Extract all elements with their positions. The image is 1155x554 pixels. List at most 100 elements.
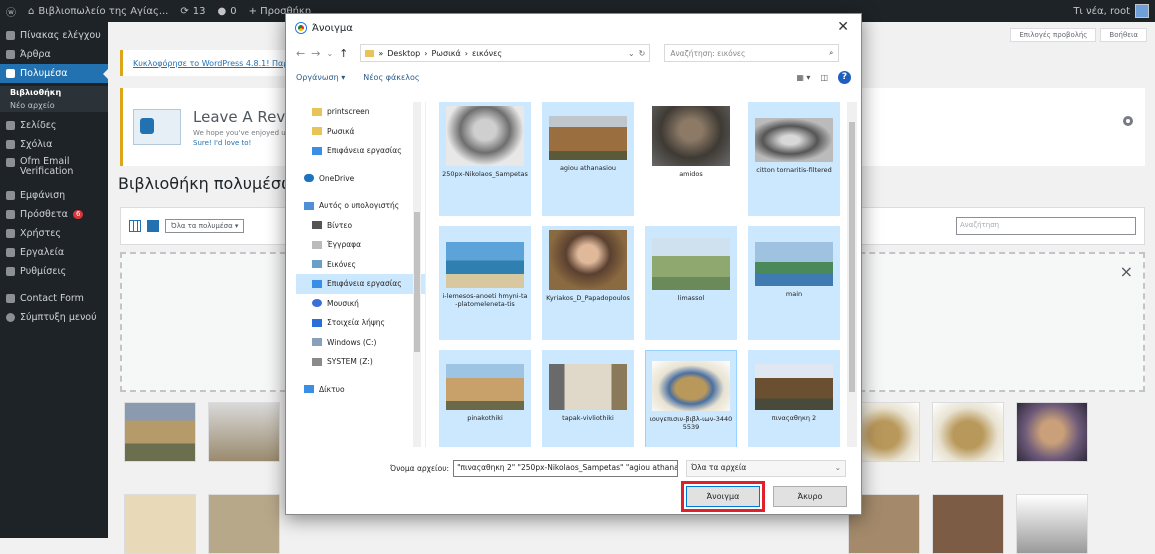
scroll-thumb[interactable]	[849, 122, 855, 392]
file-item[interactable]: amidos	[645, 102, 737, 216]
sidebar-item-tools[interactable]: Εργαλεία	[0, 243, 108, 262]
file-item[interactable]: citton tornaritis-filtered	[748, 102, 840, 216]
file-list-scrollbar[interactable]	[847, 102, 857, 447]
home-icon: ⌂	[28, 5, 35, 17]
sidebar-subitem-library[interactable]: Βιβλιοθήκη	[0, 86, 108, 99]
screen-options-button[interactable]: Επιλογές προβολής	[1010, 28, 1097, 42]
breadcrumb-sep: ›	[464, 48, 468, 58]
sidebar-item-contact-form[interactable]: Contact Form	[0, 289, 108, 308]
nav-item[interactable]: Δίκτυο	[296, 380, 425, 400]
file-item[interactable]: 250px-Nikolaos_Sampetas	[439, 102, 531, 216]
updates-link[interactable]: ⟳ 13	[174, 0, 211, 22]
comments-link[interactable]: ● 0	[211, 0, 242, 22]
organize-button[interactable]: Οργάνωση ▾	[296, 73, 345, 82]
nav-label: Windows (C:)	[327, 337, 377, 347]
nav-item[interactable]: Στοιχεία λήψης	[296, 313, 425, 333]
nav-scrollbar[interactable]	[413, 102, 421, 447]
sidebar-item-comments[interactable]: Σχόλια	[0, 135, 108, 154]
file-item[interactable]: main	[748, 226, 840, 340]
list-view-icon[interactable]	[129, 220, 141, 232]
settings-icon	[6, 267, 15, 276]
media-thumbnail[interactable]	[932, 402, 1004, 462]
media-thumbnail[interactable]	[208, 494, 280, 554]
file-item[interactable]: limassol	[645, 226, 737, 340]
site-name-link[interactable]: ⌂ Βιβλιοπωλείο της Αγίας...	[22, 0, 174, 22]
sidebar-item-plugins[interactable]: Πρόσθετα 6	[0, 205, 108, 224]
help-button[interactable]: Βοήθεια	[1100, 28, 1147, 42]
file-item[interactable]: πιναςαθηκη 2	[748, 350, 840, 447]
close-icon[interactable]: ✕	[837, 19, 849, 35]
nav-item[interactable]: Windows (C:)	[296, 333, 425, 353]
brush-icon	[6, 191, 15, 200]
media-thumbnail[interactable]	[124, 402, 196, 462]
chevron-down-icon[interactable]: ⌄	[628, 49, 635, 58]
media-type-filter[interactable]: Όλα τα πολυμέσα ▾	[165, 219, 245, 233]
sidebar-label: Πίνακας ελέγχου	[20, 30, 101, 41]
preview-pane-icon[interactable]: ◫	[820, 73, 828, 82]
filetype-select[interactable]: Όλα τα αρχεία ⌄	[686, 460, 847, 477]
sidebar-item-pages[interactable]: Σελίδες	[0, 116, 108, 135]
nav-item[interactable]: Έγγραφα	[296, 235, 425, 255]
file-item-focused[interactable]: ιουγεπισιν-βιβλ-ιων-34405539	[645, 350, 737, 447]
sidebar-item-posts[interactable]: Άρθρα	[0, 45, 108, 64]
breadcrumb-current[interactable]: εικόνες	[472, 49, 502, 58]
grid-view-icon[interactable]	[147, 220, 159, 232]
back-arrow-icon[interactable]: ←	[296, 47, 305, 60]
nav-label: Μουσική	[327, 298, 359, 308]
nav-item[interactable]: printscreen	[296, 102, 425, 122]
breadcrumb-sep: ›	[424, 48, 428, 58]
nav-item[interactable]: OneDrive	[296, 169, 425, 189]
command-bar: Οργάνωση ▾ Νέος φάκελος ▦ ▾ ◫ ?	[286, 64, 861, 90]
nav-item-selected[interactable]: Επιφάνεια εργασίας	[296, 274, 425, 294]
nav-item[interactable]: SYSTEM (Z:)	[296, 352, 425, 372]
file-item[interactable]: Kyriakos_D_Papadopoulos	[542, 226, 634, 340]
chevron-down-icon[interactable]: ⌄	[326, 49, 333, 58]
media-thumbnail[interactable]	[932, 494, 1004, 554]
sidebar-item-media[interactable]: Πολυμέσα	[0, 64, 108, 83]
media-search-input[interactable]: Αναζήτηση	[956, 217, 1136, 235]
sidebar-subitem-add-new[interactable]: Νέο αρχείο	[0, 99, 108, 112]
nav-item[interactable]: Αυτός ο υπολογιστής	[296, 196, 425, 216]
media-thumbnail[interactable]	[1016, 494, 1088, 554]
scroll-thumb[interactable]	[414, 212, 420, 352]
nav-item[interactable]: Επιφάνεια εργασίας	[296, 141, 425, 161]
sidebar-item-collapse[interactable]: Σύμπτυξη μενού	[0, 308, 108, 327]
file-item[interactable]: pinakothiki	[439, 350, 531, 447]
sidebar-item-users[interactable]: Χρήστες	[0, 224, 108, 243]
refresh-icon[interactable]: ↻	[639, 49, 646, 58]
breadcrumb-folder[interactable]: Ρωσικά	[431, 49, 460, 58]
wordpress-logo-icon[interactable]: ⓦ	[0, 0, 22, 22]
sidebar-item-appearance[interactable]: Εμφάνιση	[0, 186, 108, 205]
nav-item[interactable]: Εικόνες	[296, 255, 425, 275]
file-item[interactable]: agiou athanasiou	[542, 102, 634, 216]
file-name: amidos	[679, 170, 703, 178]
up-arrow-icon[interactable]: ↑	[339, 47, 348, 60]
account-menu[interactable]: Τι νέα, root	[1073, 4, 1155, 18]
nav-item[interactable]: Βίντεο	[296, 216, 425, 236]
address-bar[interactable]: » Desktop › Ρωσικά › εικόνες ⌄ ↻	[360, 44, 651, 62]
chevron-down-icon: ⌄	[834, 463, 842, 472]
help-icon[interactable]: ?	[838, 70, 851, 84]
media-thumbnail[interactable]	[124, 494, 196, 554]
filename-input[interactable]: "πιναςαθηκη 2" "250px-Nikolaos_Sampetas"…	[453, 460, 679, 477]
forward-arrow-icon[interactable]: →	[311, 47, 320, 60]
nav-item[interactable]: Ρωσικά	[296, 122, 425, 142]
updates-icon: ⟳	[180, 5, 189, 17]
close-upload-icon[interactable]: ×	[1120, 262, 1133, 281]
media-thumbnail[interactable]	[1016, 402, 1088, 462]
dismiss-icon[interactable]	[1123, 116, 1133, 126]
folder-search-input[interactable]: Αναζήτηση: εικόνες ⌕	[664, 44, 840, 62]
file-item[interactable]: tapak-vivliothiki	[542, 350, 634, 447]
new-folder-button[interactable]: Νέος φάκελος	[363, 73, 419, 82]
open-button[interactable]: Άνοιγμα	[686, 486, 760, 507]
sidebar-item-settings[interactable]: Ρυθμίσεις	[0, 262, 108, 281]
sidebar-item-email-verification[interactable]: Ofm Email Verification	[0, 154, 108, 182]
cancel-button[interactable]: Άκυρο	[773, 486, 847, 507]
view-options-icon[interactable]: ▦ ▾	[796, 73, 810, 82]
breadcrumb-desktop[interactable]: Desktop	[387, 49, 420, 58]
nav-item[interactable]: Μουσική	[296, 294, 425, 314]
sidebar-item-dashboard[interactable]: Πίνακας ελέγχου	[0, 26, 108, 45]
file-thumbnail	[446, 364, 524, 410]
file-item[interactable]: i-lemesos-anoeti hmyni-ta-platomeleneta-…	[439, 226, 531, 340]
media-thumbnail[interactable]	[208, 402, 280, 462]
